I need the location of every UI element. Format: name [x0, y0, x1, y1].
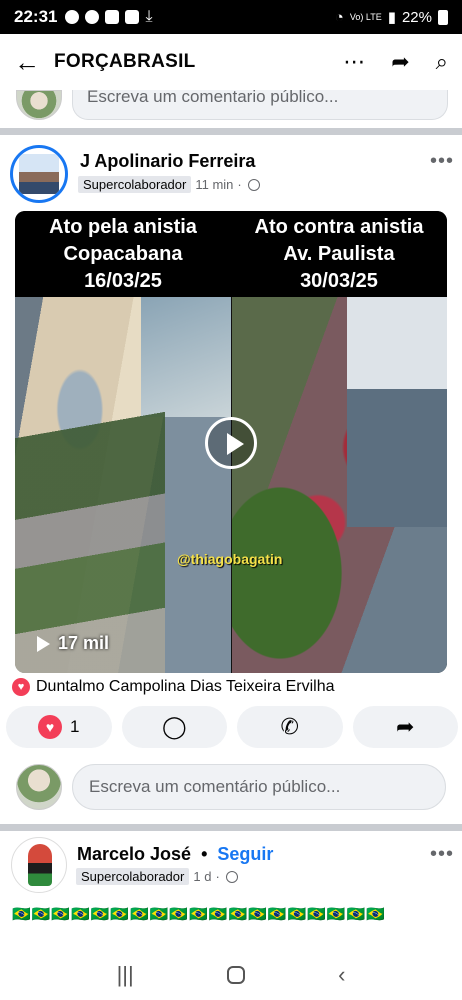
post-meta: Supercolaborador 11 min · [78, 176, 260, 193]
previous-comment-row: Escreva um comentario público... [0, 90, 462, 124]
post2-header: Marcelo José • Seguir [77, 844, 273, 865]
left-caption-line: Copacabana [63, 243, 183, 265]
reacted-by: Duntalmo Campolina Dias Teixeira Ervilha [36, 678, 335, 695]
share-icon[interactable]: ➦ [391, 49, 409, 75]
home-icon[interactable] [226, 966, 245, 984]
notification-icons: ⤓ [65, 8, 153, 26]
right-caption: Ato contra anistia Av. Paulista 30/03/25 [231, 211, 447, 297]
badge: Supercolaborador [78, 176, 192, 193]
left-caption: Ato pela anistia Copacabana 16/03/25 [15, 211, 231, 297]
separator: • [201, 844, 208, 864]
follow-button[interactable]: Seguir [217, 844, 273, 865]
post-time[interactable]: 1 d [193, 869, 211, 884]
app-bar-actions: ⋯ ➦ ⌕ [343, 49, 448, 75]
comment-input-top[interactable]: Escreva um comentario público... [72, 90, 448, 120]
globe-icon [225, 870, 238, 883]
play-small-icon [37, 635, 50, 652]
comment-icon: ◯ [161, 714, 187, 739]
beach-aerial-image [15, 297, 231, 673]
badge: Supercolaborador [76, 868, 190, 885]
play-icon[interactable] [205, 417, 257, 469]
mail-icon [105, 10, 120, 24]
battery-percent: 22% [401, 8, 432, 26]
image-icon [125, 10, 140, 24]
post-time[interactable]: 11 min [195, 177, 233, 192]
share-button[interactable]: ➦ [352, 706, 458, 748]
video-player[interactable]: Ato pela anistia Copacabana 16/03/25 Ato… [15, 211, 447, 673]
wifi-icon: ◔ [334, 8, 344, 26]
comment-button[interactable]: ◯ [121, 706, 227, 748]
app-bar: ← FORÇABRASIL ⋯ ➦ ⌕ [0, 34, 462, 90]
author-name[interactable]: J Apolinario Ferreira [80, 151, 255, 172]
love-reaction-icon: ♥ [12, 678, 30, 696]
author-avatar[interactable] [10, 145, 68, 203]
right-caption-line: Av. Paulista [283, 243, 395, 265]
post-options-icon[interactable]: ••• [430, 843, 454, 866]
download-icon: ⤓ [145, 8, 153, 25]
separator: · [237, 177, 242, 192]
signal-icon: ▮ [387, 9, 396, 26]
whatsapp-icon: ✆ [280, 714, 299, 739]
post2-text: 🇧🇷🇧🇷🇧🇷🇧🇷🇧🇷🇧🇷🇧🇷🇧🇷🇧🇷🇧🇷🇧🇷🇧🇷🇧🇷🇧🇷🇧🇷🇧🇷🇧🇷🇧🇷🇧🇷 [12, 906, 386, 923]
group-title: FORÇABRASIL [54, 51, 196, 72]
my-avatar [16, 764, 62, 810]
network-label: Vo) LTE [349, 12, 382, 22]
globe-icon [247, 178, 260, 191]
left-caption-line: 16/03/25 [84, 270, 162, 292]
status-right: ◔ Vo) LTE ▮ 22% [335, 8, 448, 26]
messenger-icon [65, 10, 80, 24]
video-caption-bar: Ato pela anistia Copacabana 16/03/25 Ato… [15, 211, 447, 297]
avatar [16, 90, 62, 120]
recent-apps-icon[interactable]: ||| [117, 962, 134, 988]
left-caption-line: Ato pela anistia [49, 216, 197, 238]
reaction-count: 1 [70, 717, 80, 736]
system-nav-bar: ||| ‹ [0, 950, 462, 1000]
right-caption-line: 30/03/25 [300, 270, 378, 292]
react-button[interactable]: ♥ 1 [6, 706, 112, 748]
comment-row: Escreva um comentário público... [16, 762, 456, 812]
author-name[interactable]: Marcelo José [77, 844, 191, 865]
separator: · [215, 869, 220, 884]
love-icon: ♥ [38, 715, 63, 739]
forward-icon: ➦ [396, 714, 415, 739]
alert-icon [85, 10, 100, 24]
reaction-summary[interactable]: ♥ Duntalmo Campolina Dias Teixeira Ervil… [12, 678, 335, 696]
avenue-crowd-image [232, 297, 447, 673]
search-icon[interactable]: ⌕ [436, 49, 448, 75]
divider [0, 824, 462, 831]
views-label: 17 mil [58, 633, 110, 653]
whatsapp-share-button[interactable]: ✆ [237, 706, 343, 748]
post-actions: ♥ 1 ◯ ✆ ➦ [6, 706, 458, 748]
post-options-icon[interactable]: ••• [430, 150, 454, 173]
status-time: 22:31 [14, 7, 58, 26]
status-bar: 22:31 ⤓ ◔ Vo) LTE ▮ 22% [0, 0, 462, 34]
divider [0, 128, 462, 135]
author-avatar[interactable] [11, 837, 67, 893]
post2-meta: Supercolaborador 1 d · [76, 868, 238, 885]
back-icon[interactable]: ‹ [338, 962, 345, 988]
battery-icon [438, 9, 448, 25]
comment-input[interactable]: Escreva um comentário público... [72, 764, 446, 810]
more-icon[interactable]: ⋯ [343, 49, 365, 75]
back-arrow-icon[interactable]: ← [14, 47, 54, 78]
right-caption-line: Ato contra anistia [254, 216, 424, 238]
watermark: @thiagobagatin [177, 551, 283, 567]
view-count: 17 mil [37, 633, 109, 654]
